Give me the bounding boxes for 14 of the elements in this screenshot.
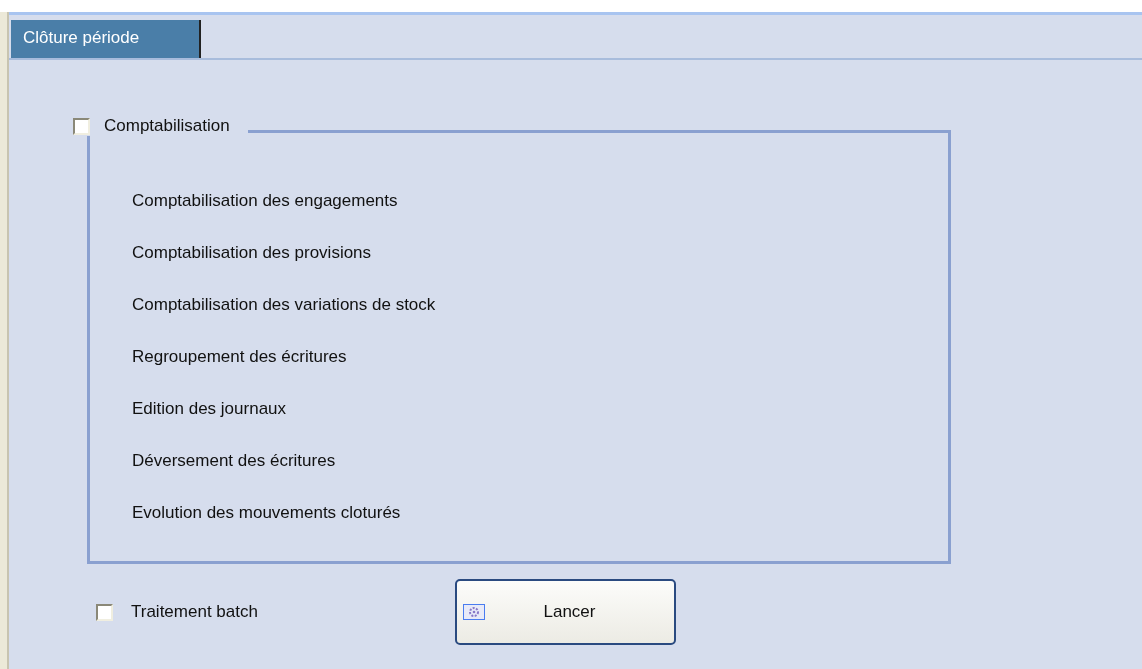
- launch-button[interactable]: Lancer: [455, 579, 676, 645]
- step-label: Comptabilisation des variations de stock: [132, 294, 437, 315]
- checkbox[interactable]: [96, 603, 113, 621]
- step-label: Déversement des écritures: [132, 450, 337, 471]
- checkbox-label: Comptabilisation: [104, 116, 230, 136]
- step-label: Comptabilisation des provisions: [132, 242, 373, 263]
- step-label: Comptabilisation des engagements: [132, 190, 399, 211]
- checkbox-label: Traitement batch: [131, 602, 258, 622]
- step-label: Evolution des mouvements cloturés: [132, 502, 402, 523]
- step-label: Edition des journaux: [132, 398, 288, 419]
- checkbox[interactable]: [73, 117, 90, 135]
- tab[interactable]: Clôture période: [11, 20, 201, 58]
- gear-icon: [463, 604, 485, 620]
- step-label: Regroupement des écritures: [132, 346, 348, 367]
